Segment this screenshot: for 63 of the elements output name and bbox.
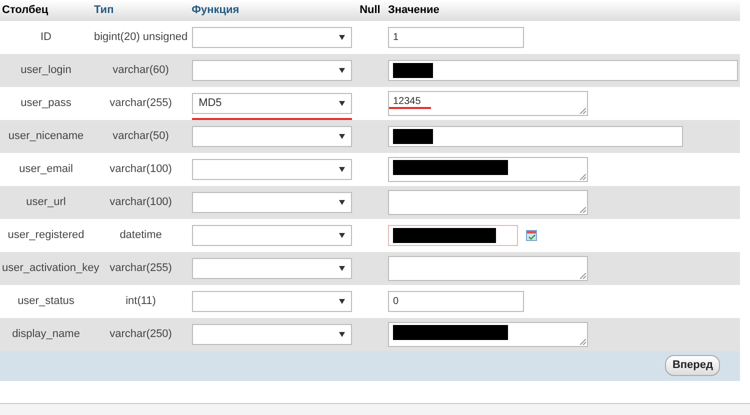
column-name: display_name xyxy=(12,328,80,340)
value-field[interactable] xyxy=(388,156,588,182)
function-select[interactable] xyxy=(192,324,352,344)
function-select[interactable] xyxy=(192,258,352,278)
value-field[interactable] xyxy=(388,256,588,280)
column-name: user_url xyxy=(26,196,66,208)
value-field[interactable]: 1 xyxy=(388,26,524,48)
caret-icon xyxy=(338,100,345,106)
caret-icon xyxy=(338,232,345,238)
resize-grip-icon[interactable] xyxy=(580,174,586,180)
column-type: varchar(250) xyxy=(110,328,172,340)
function-select[interactable] xyxy=(192,60,352,80)
caret-icon xyxy=(338,34,345,40)
column-header-link[interactable]: Тип xyxy=(94,4,114,16)
caret-icon xyxy=(338,134,345,138)
resize-grip-icon[interactable] xyxy=(580,108,586,114)
column-name: user_status xyxy=(18,294,74,307)
value-field[interactable] xyxy=(388,224,518,246)
column-header-link[interactable]: Функция xyxy=(192,4,240,16)
column-type: varchar(60) xyxy=(112,64,169,76)
function-select[interactable] xyxy=(192,26,352,48)
column-type: varchar(50) xyxy=(112,130,169,142)
underline-mark xyxy=(389,106,431,108)
value-field[interactable]: 12345 xyxy=(388,90,588,116)
resize-grip-icon[interactable] xyxy=(580,338,586,344)
column-type: varchar(100) xyxy=(110,162,172,175)
calendar-icon[interactable] xyxy=(526,230,537,240)
column-name: user_registered xyxy=(8,228,84,241)
column-header: Значение xyxy=(388,4,440,16)
value-field[interactable]: 0 xyxy=(388,290,524,312)
caret-icon xyxy=(338,166,345,172)
function-select[interactable] xyxy=(192,158,352,180)
function-select[interactable] xyxy=(192,224,352,246)
caret-icon xyxy=(338,298,345,304)
caret-icon xyxy=(338,68,345,72)
column-name: user_login xyxy=(20,64,72,76)
function-select[interactable] xyxy=(192,290,352,312)
column-name: user_nicename xyxy=(8,130,84,142)
resize-grip-icon[interactable] xyxy=(580,272,586,278)
submit-button[interactable]: Вперед xyxy=(665,355,720,376)
caret-icon xyxy=(338,332,345,336)
value-field[interactable] xyxy=(388,322,588,346)
column-type: varchar(255) xyxy=(110,262,172,274)
column-header: Столбец xyxy=(2,4,48,16)
column-name: user_email xyxy=(19,162,73,175)
column-type: int(11) xyxy=(126,294,156,307)
value-field[interactable] xyxy=(388,126,683,146)
caret-icon xyxy=(338,200,345,204)
value-field[interactable] xyxy=(388,190,588,214)
column-type: bigint(20) unsigned xyxy=(94,30,188,43)
column-type: datetime xyxy=(120,228,162,241)
value-field[interactable] xyxy=(388,60,738,80)
column-name: user_activation_key xyxy=(2,262,100,274)
caret-icon xyxy=(338,266,345,270)
column-name: user_pass xyxy=(20,96,72,109)
column-name: ID xyxy=(40,30,52,43)
column-type: varchar(255) xyxy=(110,96,172,109)
resize-grip-icon[interactable] xyxy=(580,206,586,212)
function-select[interactable]: MD5 xyxy=(192,92,352,114)
function-select[interactable] xyxy=(192,126,352,146)
column-header: Null xyxy=(360,4,380,16)
function-select[interactable] xyxy=(192,192,352,212)
column-type: varchar(100) xyxy=(110,196,172,208)
